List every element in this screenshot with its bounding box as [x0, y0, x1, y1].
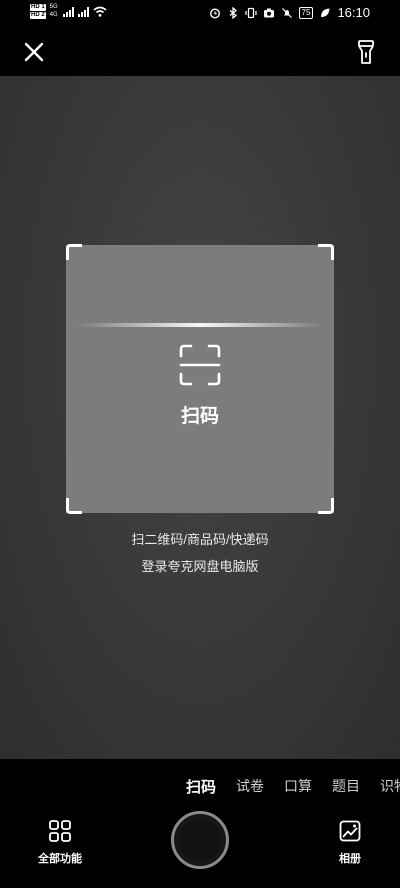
close-icon[interactable] — [20, 38, 48, 66]
alarm-icon — [209, 7, 220, 19]
signal-bars-icon — [62, 6, 74, 17]
all-functions-button[interactable]: 全部功能 — [30, 819, 90, 867]
top-bar — [0, 28, 400, 76]
sim2-badge: HD 2 — [30, 12, 46, 19]
bluetooth-icon — [229, 6, 237, 19]
frame-corner-bottom-left — [66, 498, 82, 514]
frame-corner-top-right — [318, 244, 334, 260]
photo-icon — [339, 820, 361, 842]
frame-corner-top-left — [66, 244, 82, 260]
leaf-icon — [321, 8, 330, 17]
scan-hint: 扫二维码/商品码/快递码 — [131, 532, 269, 547]
sim1-badge: HD 1 — [30, 4, 46, 11]
signal-group: HD 1 HD 2 5G 4G — [30, 4, 107, 19]
album-label: 相册 — [339, 853, 361, 865]
shutter-button[interactable] — [171, 811, 229, 869]
scan-line — [78, 323, 322, 327]
camera-icon — [263, 8, 274, 17]
shutter-inner — [179, 819, 221, 861]
mode-tabs: 扫码 试卷 口算 题目 识物 — [186, 776, 400, 797]
frame-corner-bottom-right — [318, 498, 334, 514]
wifi-icon — [93, 6, 107, 17]
mute-icon — [281, 7, 292, 18]
album-button[interactable]: 相册 — [322, 819, 378, 867]
tab-question[interactable]: 题目 — [332, 776, 360, 797]
clock: 16:10 — [337, 5, 370, 20]
scan-mode-title: 扫码 — [180, 406, 219, 427]
login-hint-link[interactable]: 登录夸克网盘电脑版 — [80, 556, 320, 575]
tab-scan[interactable]: 扫码 — [186, 776, 216, 797]
signal-bars-2-icon — [77, 6, 89, 17]
grid-icon — [49, 820, 71, 842]
battery-level: 75 — [298, 6, 314, 19]
bottom-panel: 扫码 试卷 口算 题目 识物 全部功能 相册 — [0, 759, 400, 888]
all-functions-label: 全部功能 — [38, 853, 82, 865]
tab-exam[interactable]: 试卷 — [236, 776, 264, 797]
status-bar: HD 1 HD 2 5G 4G 75 16:10 — [0, 0, 400, 28]
sim2-network: 4G — [49, 12, 58, 18]
sim1-network: 5G — [49, 4, 58, 10]
tab-identify-object[interactable]: 识物 — [380, 776, 400, 797]
tab-mental-math[interactable]: 口算 — [284, 776, 312, 797]
scan-icon — [179, 344, 221, 386]
flashlight-icon[interactable] — [354, 38, 378, 66]
vibrate-icon — [244, 7, 257, 18]
